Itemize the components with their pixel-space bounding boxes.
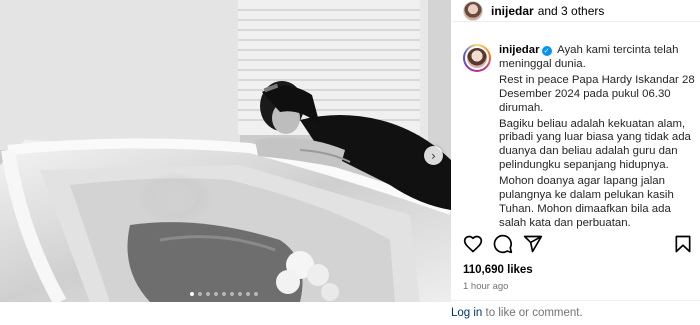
login-link[interactable]: Log in [451,307,482,319]
comment-icon[interactable] [493,234,513,254]
post-header: inijedar and 3 others [451,0,700,22]
caption: inijedar ✓ Ayah kami tercinta telah menin… [463,44,695,231]
action-bar [463,232,695,254]
carousel-dot [190,292,194,296]
heart-icon[interactable] [463,234,483,254]
bookmark-icon[interactable] [673,234,693,254]
carousel-dot [238,292,242,296]
carousel-dot [246,292,250,296]
carousel-dots [190,292,258,296]
header-username[interactable]: inijedar [491,4,534,18]
carousel-dot [222,292,226,296]
carousel-dot [214,292,218,296]
divider [451,300,700,301]
carousel-dot [230,292,234,296]
caption-paragraph-4: Mohon doanya agar lapang jalan pulangnya… [499,175,674,229]
photo-illustration [0,0,451,302]
post-details-panel: inijedar and 3 others inijedar ✓ Ayah kam… [451,0,700,325]
carousel-dot [206,292,210,296]
carousel-next-button[interactable]: › [424,146,443,165]
caption-avatar[interactable] [463,44,491,72]
caption-username[interactable]: inijedar [499,44,540,56]
collaborators-link[interactable]: and 3 others [538,4,605,18]
post-image[interactable]: › [0,0,451,302]
caption-paragraph-2: Rest in peace Papa Hardy Iskandar 28 Des… [499,73,695,114]
caption-paragraph-3: Bagiku beliau adalah kekuatan alam, prib… [499,117,691,172]
login-prompt: Log in to like or comment. [451,307,583,319]
post-timestamp[interactable]: 1 hour ago [463,281,508,292]
verified-badge-icon: ✓ [541,46,552,56]
carousel-dot [254,292,258,296]
like-count[interactable]: 110,690 likes [463,264,533,276]
caption-text: inijedar ✓ Ayah kami tercinta telah menin… [499,44,695,231]
carousel-dot [198,292,202,296]
author-avatar[interactable] [463,0,483,21]
share-icon[interactable] [523,234,543,254]
login-prompt-text: to like or comment. [485,307,583,319]
